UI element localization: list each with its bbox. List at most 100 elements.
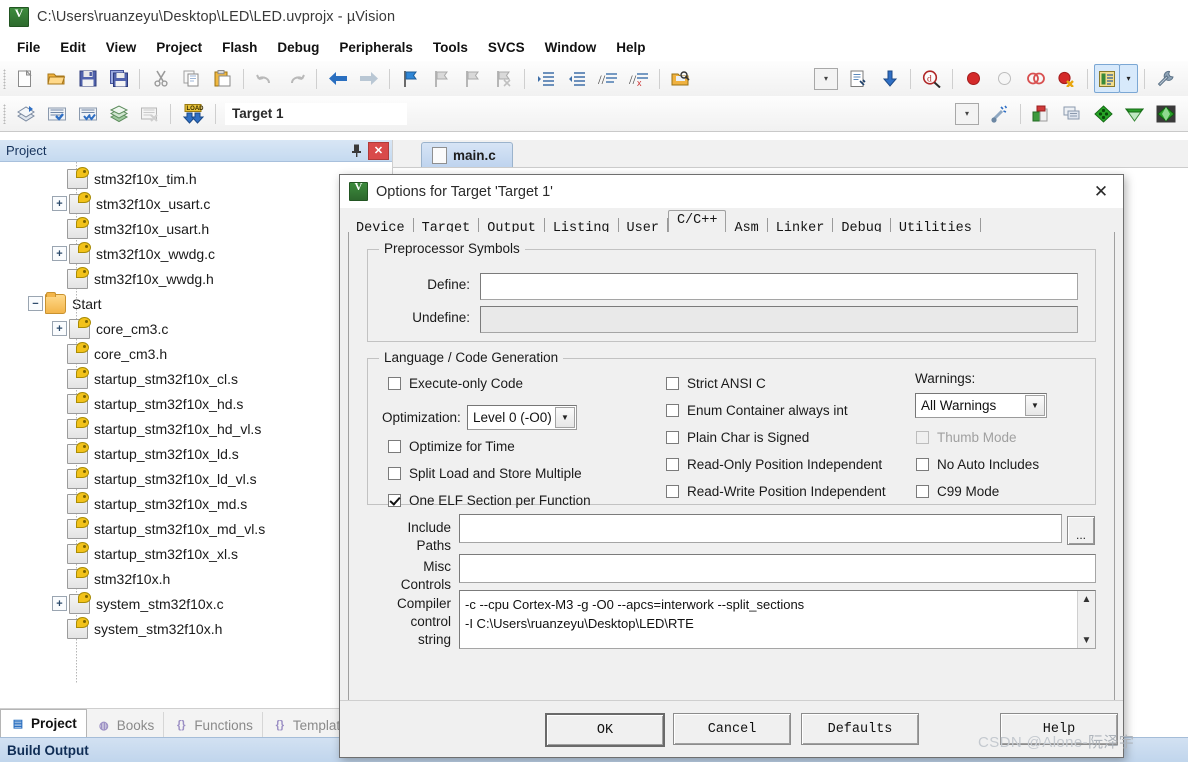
check-one-elf-section-per-function[interactable]: One ELF Section per Function	[388, 493, 591, 508]
tree-expand-icon[interactable]: +	[52, 321, 67, 336]
manage-windows-icon[interactable]	[1094, 64, 1120, 93]
start-stop-debug-icon[interactable]	[985, 99, 1014, 128]
tree-item[interactable]: startup_stm32f10x_md.s	[0, 491, 392, 516]
check-thumb-mode[interactable]: Thumb Mode	[916, 430, 1017, 445]
cancel-button[interactable]: Cancel	[673, 713, 791, 745]
build-target-icon[interactable]	[42, 99, 71, 128]
tree-item[interactable]: stm32f10x_usart.h	[0, 216, 392, 241]
open-folder-browse-icon[interactable]	[666, 64, 695, 93]
tree-item[interactable]: + stm32f10x_wwdg.c	[0, 241, 392, 266]
project-tree[interactable]: stm32f10x_tim.h + stm32f10x_usart.c stm32f1…	[0, 162, 392, 708]
check-c99-mode[interactable]: C99 Mode	[916, 484, 999, 499]
checkbox[interactable]	[916, 458, 929, 471]
menu-item-file[interactable]: File	[7, 37, 50, 58]
tree-item[interactable]: startup_stm32f10x_ld.s	[0, 441, 392, 466]
stop-build-icon[interactable]	[135, 99, 164, 128]
kill-breakpoint-icon[interactable]	[990, 64, 1019, 93]
insert-breakpoint-icon[interactable]	[959, 64, 988, 93]
checkbox[interactable]	[388, 377, 401, 390]
bookmark-toggle-icon[interactable]	[396, 64, 425, 93]
tree-item[interactable]: stm32f10x.h	[0, 566, 392, 591]
menu-item-view[interactable]: View	[96, 37, 147, 58]
target-options-dropdown-icon[interactable]: ▾	[955, 102, 979, 125]
menu-item-svcs[interactable]: SVCS	[478, 37, 535, 58]
comment-lines-icon[interactable]: //	[593, 64, 622, 93]
panel-tab-functions[interactable]: {} Functions	[164, 712, 263, 738]
tree-item[interactable]: stm32f10x_tim.h	[0, 166, 392, 191]
menu-item-peripherals[interactable]: Peripherals	[329, 37, 423, 58]
menu-item-help[interactable]: Help	[606, 37, 655, 58]
checkbox[interactable]	[388, 440, 401, 453]
check-optimize-for-time[interactable]: Optimize for Time	[388, 439, 515, 454]
toolbar-grip[interactable]	[3, 103, 6, 124]
new-file-icon[interactable]	[11, 64, 40, 93]
checkbox[interactable]	[666, 377, 679, 390]
compiler-control-string-scrollbar[interactable]: ▲ ▼	[1077, 591, 1095, 648]
paste-icon[interactable]	[208, 64, 237, 93]
undo-icon[interactable]	[250, 64, 279, 93]
checkbox[interactable]	[916, 485, 929, 498]
close-icon[interactable]: ✕	[1079, 175, 1123, 208]
tree-item[interactable]: stm32f10x_wwdg.h	[0, 266, 392, 291]
tree-item[interactable]: startup_stm32f10x_hd.s	[0, 391, 392, 416]
checkbox[interactable]	[666, 458, 679, 471]
check-plain-char-is-signed[interactable]: Plain Char is Signed	[666, 430, 809, 445]
check-strict-ansi-c[interactable]: Strict ANSI C	[666, 376, 766, 391]
menu-item-edit[interactable]: Edit	[50, 37, 96, 58]
define-input[interactable]	[480, 273, 1078, 300]
indent-right-icon[interactable]	[531, 64, 560, 93]
defaults-button[interactable]: Defaults	[801, 713, 919, 745]
download-to-flash-icon[interactable]	[875, 64, 904, 93]
rebuild-all-icon[interactable]	[73, 99, 102, 128]
tab-main-c[interactable]: main.c	[421, 142, 513, 168]
navigate-back-icon[interactable]	[323, 64, 352, 93]
check-execute-only-code[interactable]: Execute-only Code	[388, 376, 523, 391]
tree-item[interactable]: + stm32f10x_usart.c	[0, 191, 392, 216]
manage-multi-project-icon[interactable]	[1151, 99, 1180, 128]
close-icon[interactable]: ✕	[368, 141, 389, 160]
bookmark-next-icon[interactable]	[458, 64, 487, 93]
save-icon[interactable]	[73, 64, 102, 93]
browse-include-paths-button[interactable]: ...	[1067, 516, 1095, 545]
redo-icon[interactable]	[281, 64, 310, 93]
batch-build-icon[interactable]	[104, 99, 133, 128]
misc-controls-input[interactable]	[459, 554, 1096, 583]
navigate-forward-icon[interactable]	[354, 64, 383, 93]
menu-item-tools[interactable]: Tools	[423, 37, 478, 58]
copy-icon[interactable]	[177, 64, 206, 93]
checkbox[interactable]	[388, 467, 401, 480]
translate-file-icon[interactable]	[11, 99, 40, 128]
tree-item[interactable]: startup_stm32f10x_ld_vl.s	[0, 466, 392, 491]
checkbox[interactable]	[666, 431, 679, 444]
uncomment-lines-icon[interactable]: //x	[624, 64, 653, 93]
tree-item[interactable]: − Start	[0, 291, 392, 316]
menu-item-window[interactable]: Window	[535, 37, 607, 58]
warnings-combo[interactable]: All Warnings ▼	[915, 393, 1047, 418]
help-button[interactable]: Help	[1000, 713, 1118, 745]
scroll-down-icon[interactable]: ▼	[1078, 632, 1095, 648]
undefine-input[interactable]	[480, 306, 1078, 333]
save-all-icon[interactable]	[104, 64, 133, 93]
pin-icon[interactable]	[349, 143, 364, 158]
manage-project-items-icon[interactable]	[1058, 99, 1087, 128]
tree-item[interactable]: startup_stm32f10x_md_vl.s	[0, 516, 392, 541]
options-for-target-icon[interactable]	[1027, 99, 1056, 128]
ok-button[interactable]: OK	[545, 713, 665, 747]
tree-item[interactable]: system_stm32f10x.h	[0, 616, 392, 641]
configure-tools-icon[interactable]	[1151, 64, 1180, 93]
panel-tab-project[interactable]: ▤ Project	[0, 709, 87, 738]
tree-item[interactable]: startup_stm32f10x_cl.s	[0, 366, 392, 391]
indent-left-icon[interactable]	[562, 64, 591, 93]
tree-item[interactable]: startup_stm32f10x_xl.s	[0, 541, 392, 566]
checkbox[interactable]	[666, 404, 679, 417]
bookmark-clear-icon[interactable]	[489, 64, 518, 93]
tree-item[interactable]: core_cm3.h	[0, 341, 392, 366]
check-no-auto-includes[interactable]: No Auto Includes	[916, 457, 1039, 472]
tree-expand-icon[interactable]: +	[52, 596, 67, 611]
compiler-control-string-box[interactable]: -c --cpu Cortex-M3 -g -O0 --apcs=interwo…	[459, 590, 1096, 649]
tree-item[interactable]: + system_stm32f10x.c	[0, 591, 392, 616]
menu-item-project[interactable]: Project	[146, 37, 212, 58]
pack-installer-icon[interactable]	[1120, 99, 1149, 128]
bookmark-prev-icon[interactable]	[427, 64, 456, 93]
config-wizard-dropdown-icon[interactable]: ▾	[814, 67, 838, 90]
